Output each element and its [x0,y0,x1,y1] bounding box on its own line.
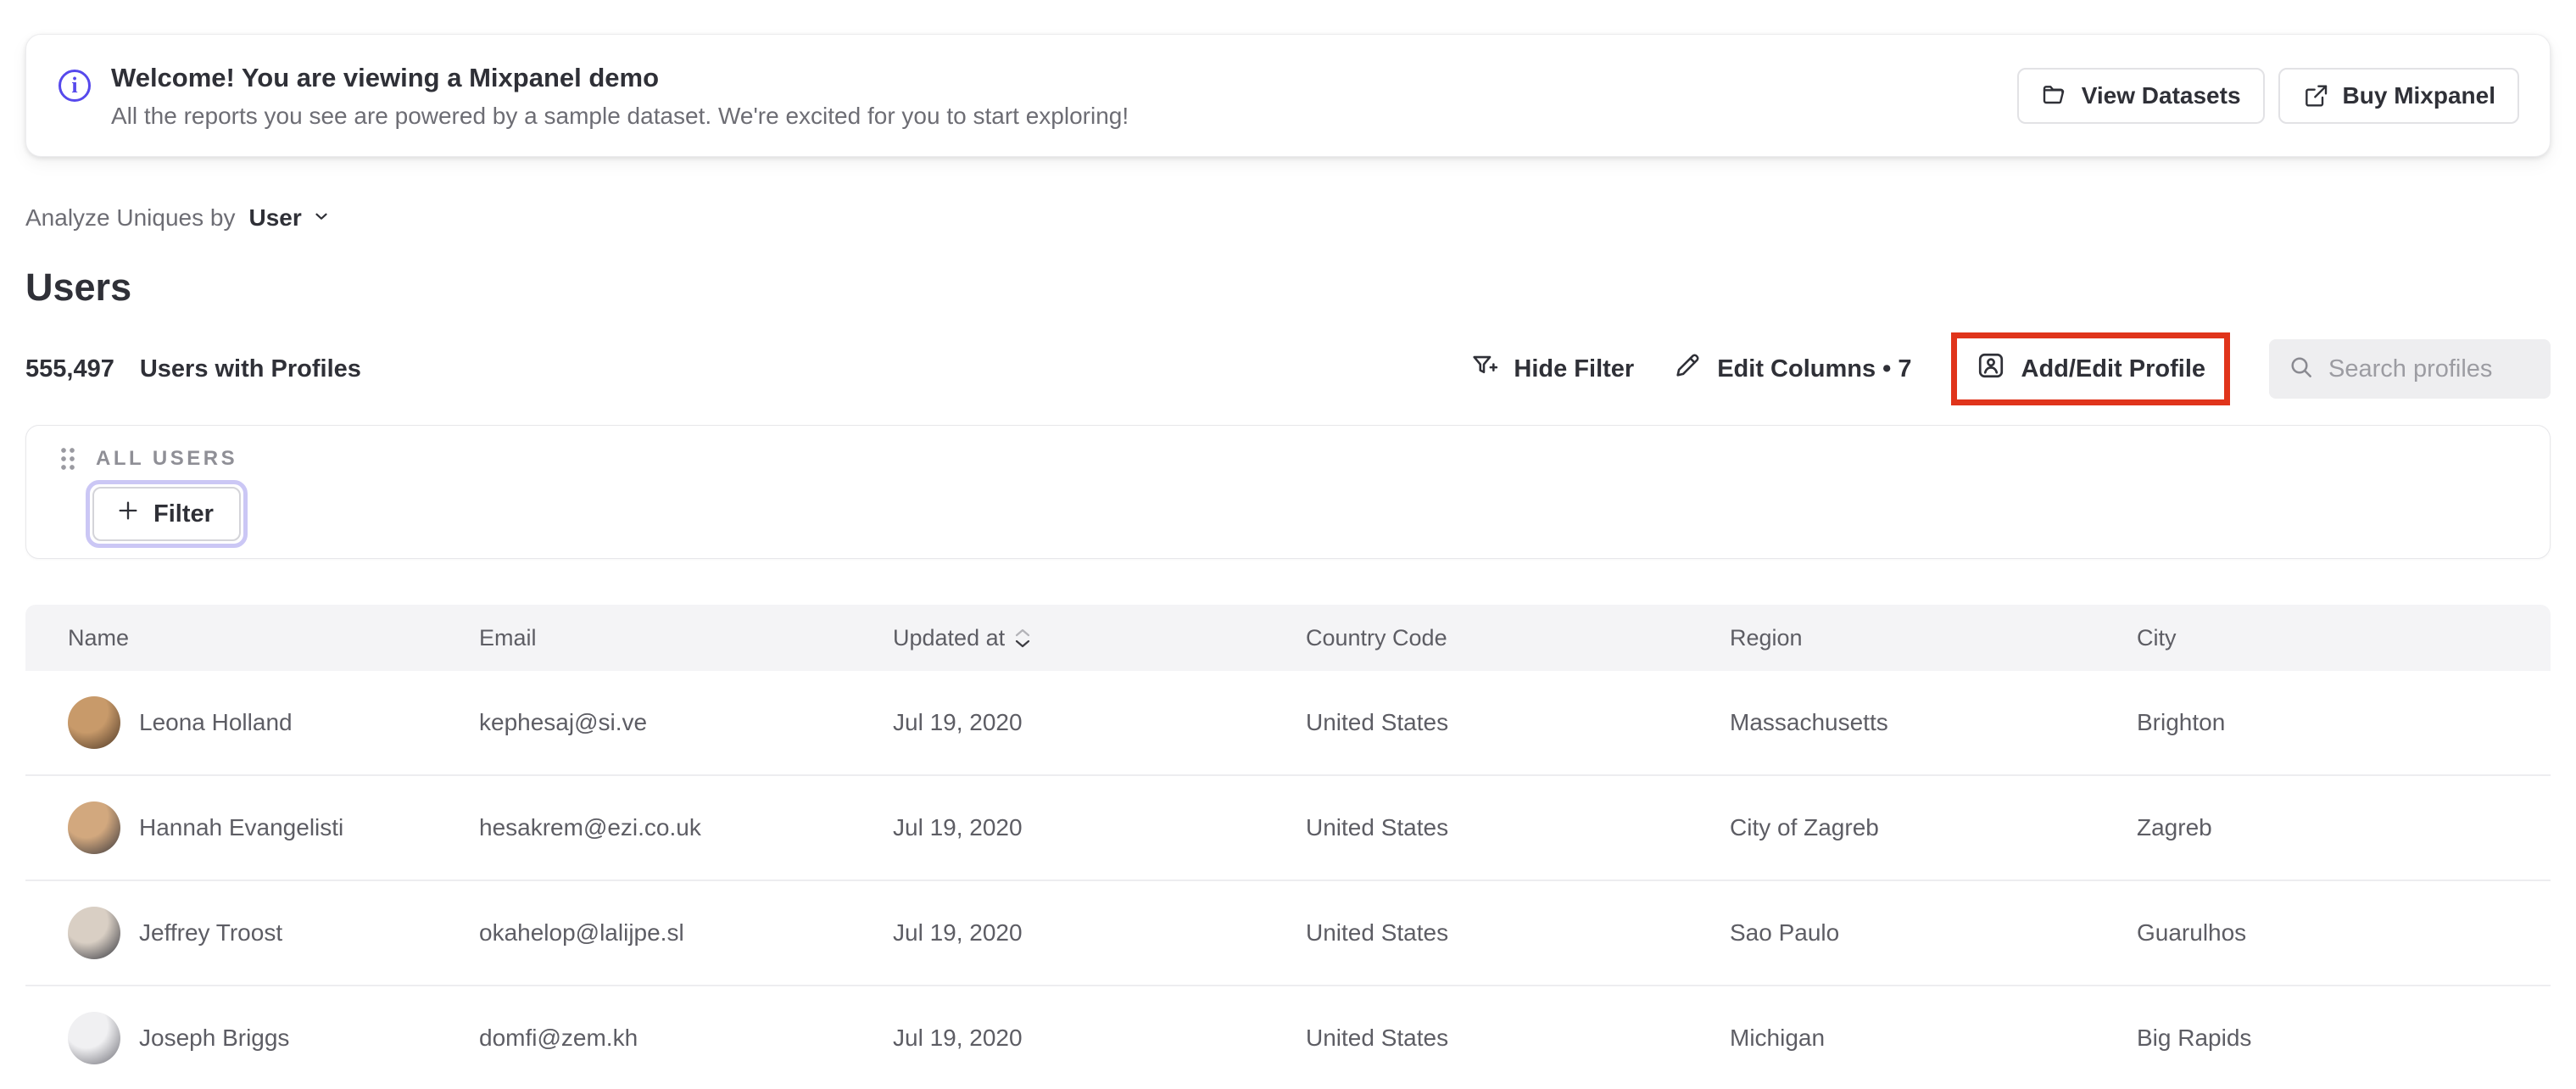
cell-updated-at: Jul 19, 2020 [893,1025,1023,1051]
profiles-table: Name Email Updated at Country Code Regio… [0,605,2576,1089]
analyze-label: Analyze Uniques by [25,204,236,231]
cell-name: Joseph Briggs [68,1012,479,1064]
column-header-email[interactable]: Email [479,625,893,651]
analyze-by-dropdown[interactable]: User [248,204,330,232]
profiles-count-number: 555,497 [25,355,114,383]
banner-actions: View Datasets Buy Mixpanel [2016,67,2519,124]
column-header-label: Updated at [893,624,1006,651]
cell-email: okahelop@lalijpe.sl [479,919,684,946]
user-name: Hannah Evangelisti [139,814,344,840]
banner-subtitle: All the reports you see are powered by a… [111,103,1129,130]
column-header-country-code[interactable]: Country Code [1306,625,1730,651]
cell-city: Guarulhos [2137,919,2247,946]
column-header-name[interactable]: Name [68,625,479,651]
cell-updated-at: Jul 19, 2020 [893,709,1023,735]
profiles-count-label: Users with Profiles [139,355,361,383]
add-edit-profile-button[interactable]: Add/Edit Profile [1976,350,2206,388]
cell-name: Jeffrey Troost [68,907,479,959]
cell-updated-at: Jul 19, 2020 [893,919,1023,946]
edit-columns-button[interactable]: Edit Columns • 7 [1673,351,1912,387]
user-name: Leona Holland [139,709,293,735]
column-header-updated-at[interactable]: Updated at [893,625,1306,651]
avatar [68,801,120,854]
cell-name: Leona Holland [68,696,479,749]
avatar [68,907,120,959]
hide-filter-label: Hide Filter [1514,355,1635,383]
avatar [68,696,120,749]
cell-email: kephesaj@si.ve [479,709,648,735]
count-toolbar-row: 555,497 Users with Profiles Hide Filter [25,330,2551,408]
cell-city: Zagreb [2137,814,2212,840]
banner-title: Welcome! You are viewing a Mixpanel demo [111,62,660,92]
filter-card: ALL USERS Filter [25,425,2551,559]
cell-name: Hannah Evangelisti [68,801,479,854]
column-header-city[interactable]: City [2137,625,2551,651]
column-header-region[interactable]: Region [1730,625,2137,651]
demo-banner: i Welcome! You are viewing a Mixpanel de… [25,34,2551,157]
buy-mixpanel-label: Buy Mixpanel [2342,81,2495,109]
column-header-label: City [2137,624,2177,651]
cell-email: domfi@zem.kh [479,1025,638,1051]
cell-updated-at: Jul 19, 2020 [893,814,1023,840]
add-edit-profile-label: Add/Edit Profile [2021,355,2206,383]
analyze-value: User [248,204,302,231]
plus-icon [116,499,140,529]
table-row[interactable]: Hannah Evangelisti hesakrem@ezi.co.uk Ju… [25,776,2551,881]
filter-card-header: ALL USERS [57,446,2550,472]
cell-city: Brighton [2137,709,2226,735]
banner-text: Welcome! You are viewing a Mixpanel demo… [111,63,1129,131]
view-datasets-button[interactable]: View Datasets [2016,67,2265,124]
column-header-label: Name [68,624,130,651]
main-content: Analyze Uniques by User Users 555,497 Us… [0,201,2576,408]
cell-email: hesakrem@ezi.co.uk [479,814,701,840]
analyze-row: Analyze Uniques by User [25,201,2551,235]
cell-country-code: United States [1306,709,1449,735]
users-page: i Welcome! You are viewing a Mixpanel de… [0,34,2576,1089]
profiles-toolbar: Hide Filter Edit Columns • 7 Add/Edit Pr… [1469,332,2551,405]
user-name: Jeffrey Troost [139,919,283,946]
cell-region: City of Zagreb [1730,814,1879,840]
table-header: Name Email Updated at Country Code Regio… [25,605,2551,671]
search-profiles-box [2269,339,2551,399]
table-row[interactable]: Jeffrey Troost okahelop@lalijpe.sl Jul 1… [25,881,2551,986]
table-row[interactable]: Leona Holland kephesaj@si.ve Jul 19, 202… [25,671,2551,776]
column-header-label: Region [1730,624,1803,651]
pencil-icon [1673,351,1702,387]
profile-card-icon [1976,350,2006,388]
search-icon [2288,354,2315,385]
table-row[interactable]: Joseph Briggs domfi@zem.kh Jul 19, 2020 … [25,986,2551,1089]
cell-country-code: United States [1306,1025,1449,1051]
view-datasets-label: View Datasets [2081,81,2241,109]
cell-country-code: United States [1306,919,1449,946]
cell-region: Massachusetts [1730,709,1888,735]
buy-mixpanel-button[interactable]: Buy Mixpanel [2278,67,2519,124]
profiles-count: 555,497 Users with Profiles [25,355,361,383]
column-header-label: Email [479,624,537,651]
cell-region: Sao Paulo [1730,919,1840,946]
external-link-icon [2302,82,2329,109]
cell-region: Michigan [1730,1025,1826,1051]
chevron-down-icon [312,204,331,232]
user-name: Joseph Briggs [139,1025,290,1051]
edit-columns-label: Edit Columns • 7 [1717,355,1912,383]
add-filter-label: Filter [153,500,214,528]
group-label: ALL USERS [96,447,238,470]
add-filter-button[interactable]: Filter [92,487,241,541]
cell-country-code: United States [1306,814,1449,840]
sort-icon[interactable] [1015,628,1030,648]
hide-filter-button[interactable]: Hide Filter [1469,351,1634,387]
drag-handle-icon[interactable] [57,446,79,472]
search-profiles-input[interactable] [2328,355,2532,383]
avatar [68,1012,120,1064]
info-icon: i [59,69,91,102]
filter-funnel-icon [1469,351,1498,387]
cell-city: Big Rapids [2137,1025,2252,1051]
table-body: Leona Holland kephesaj@si.ve Jul 19, 202… [25,671,2551,1089]
banner-message: i Welcome! You are viewing a Mixpanel de… [59,61,1129,131]
column-header-label: Country Code [1306,624,1447,651]
filter-button-focus-ring: Filter [86,480,248,548]
folder-icon [2041,82,2068,109]
annotation-highlight-box: Add/Edit Profile [1950,332,2230,405]
page-title: Users [25,265,132,309]
